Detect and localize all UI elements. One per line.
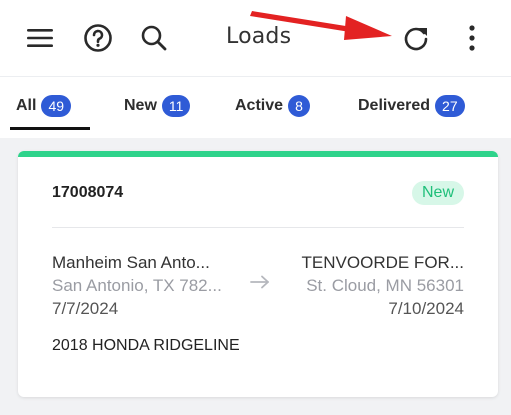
pickup-date: 7/7/2024 [52, 299, 119, 318]
tab-bar: All 49 New 11 Active 8 Delivered 27 [0, 76, 511, 138]
origin-name: Manheim San Anto... [52, 253, 210, 272]
app-header: Loads [0, 0, 511, 76]
count-badge: 8 [288, 95, 311, 117]
active-tab-indicator [10, 127, 90, 130]
load-id: 17008074 [52, 184, 124, 201]
tab-all[interactable]: All 49 [16, 93, 72, 119]
help-circle-icon[interactable] [78, 18, 118, 58]
tab-new[interactable]: New 11 [124, 93, 191, 119]
tab-active[interactable]: Active 8 [235, 93, 311, 119]
tab-delivered[interactable]: Delivered 27 [358, 93, 465, 119]
status-stripe [18, 151, 498, 157]
origin-city: San Antonio, TX 782... [52, 276, 222, 295]
page-title: Loads [226, 24, 292, 49]
destination-name: TENVOORDE FOR... [301, 253, 464, 272]
count-badge: 27 [435, 95, 465, 117]
count-badge: 49 [41, 95, 72, 117]
load-card[interactable]: 17008074 New Manheim San Anto... San Ant… [18, 151, 498, 397]
refresh-icon[interactable] [396, 18, 436, 58]
tab-label: Active [235, 97, 284, 114]
origin-block: Manheim San Anto... San Antonio, TX 782.… [52, 251, 222, 320]
hamburger-menu-icon[interactable] [20, 18, 60, 58]
tab-label: New [124, 97, 157, 114]
destination-block: TENVOORDE FOR... St. Cloud, MN 56301 7/1… [302, 251, 464, 320]
status-badge: New [411, 181, 464, 205]
tab-label: Delivered [358, 97, 431, 114]
arrow-right-icon [250, 275, 269, 289]
more-vertical-icon[interactable] [452, 18, 492, 58]
tab-label: All [16, 97, 37, 114]
destination-city: St. Cloud, MN 56301 [306, 276, 464, 295]
search-icon[interactable] [134, 18, 174, 58]
delivery-date: 7/10/2024 [388, 299, 464, 318]
count-badge: 11 [161, 95, 191, 117]
divider [52, 227, 464, 228]
vehicle-description: 2018 HONDA RIDGELINE [52, 337, 240, 354]
